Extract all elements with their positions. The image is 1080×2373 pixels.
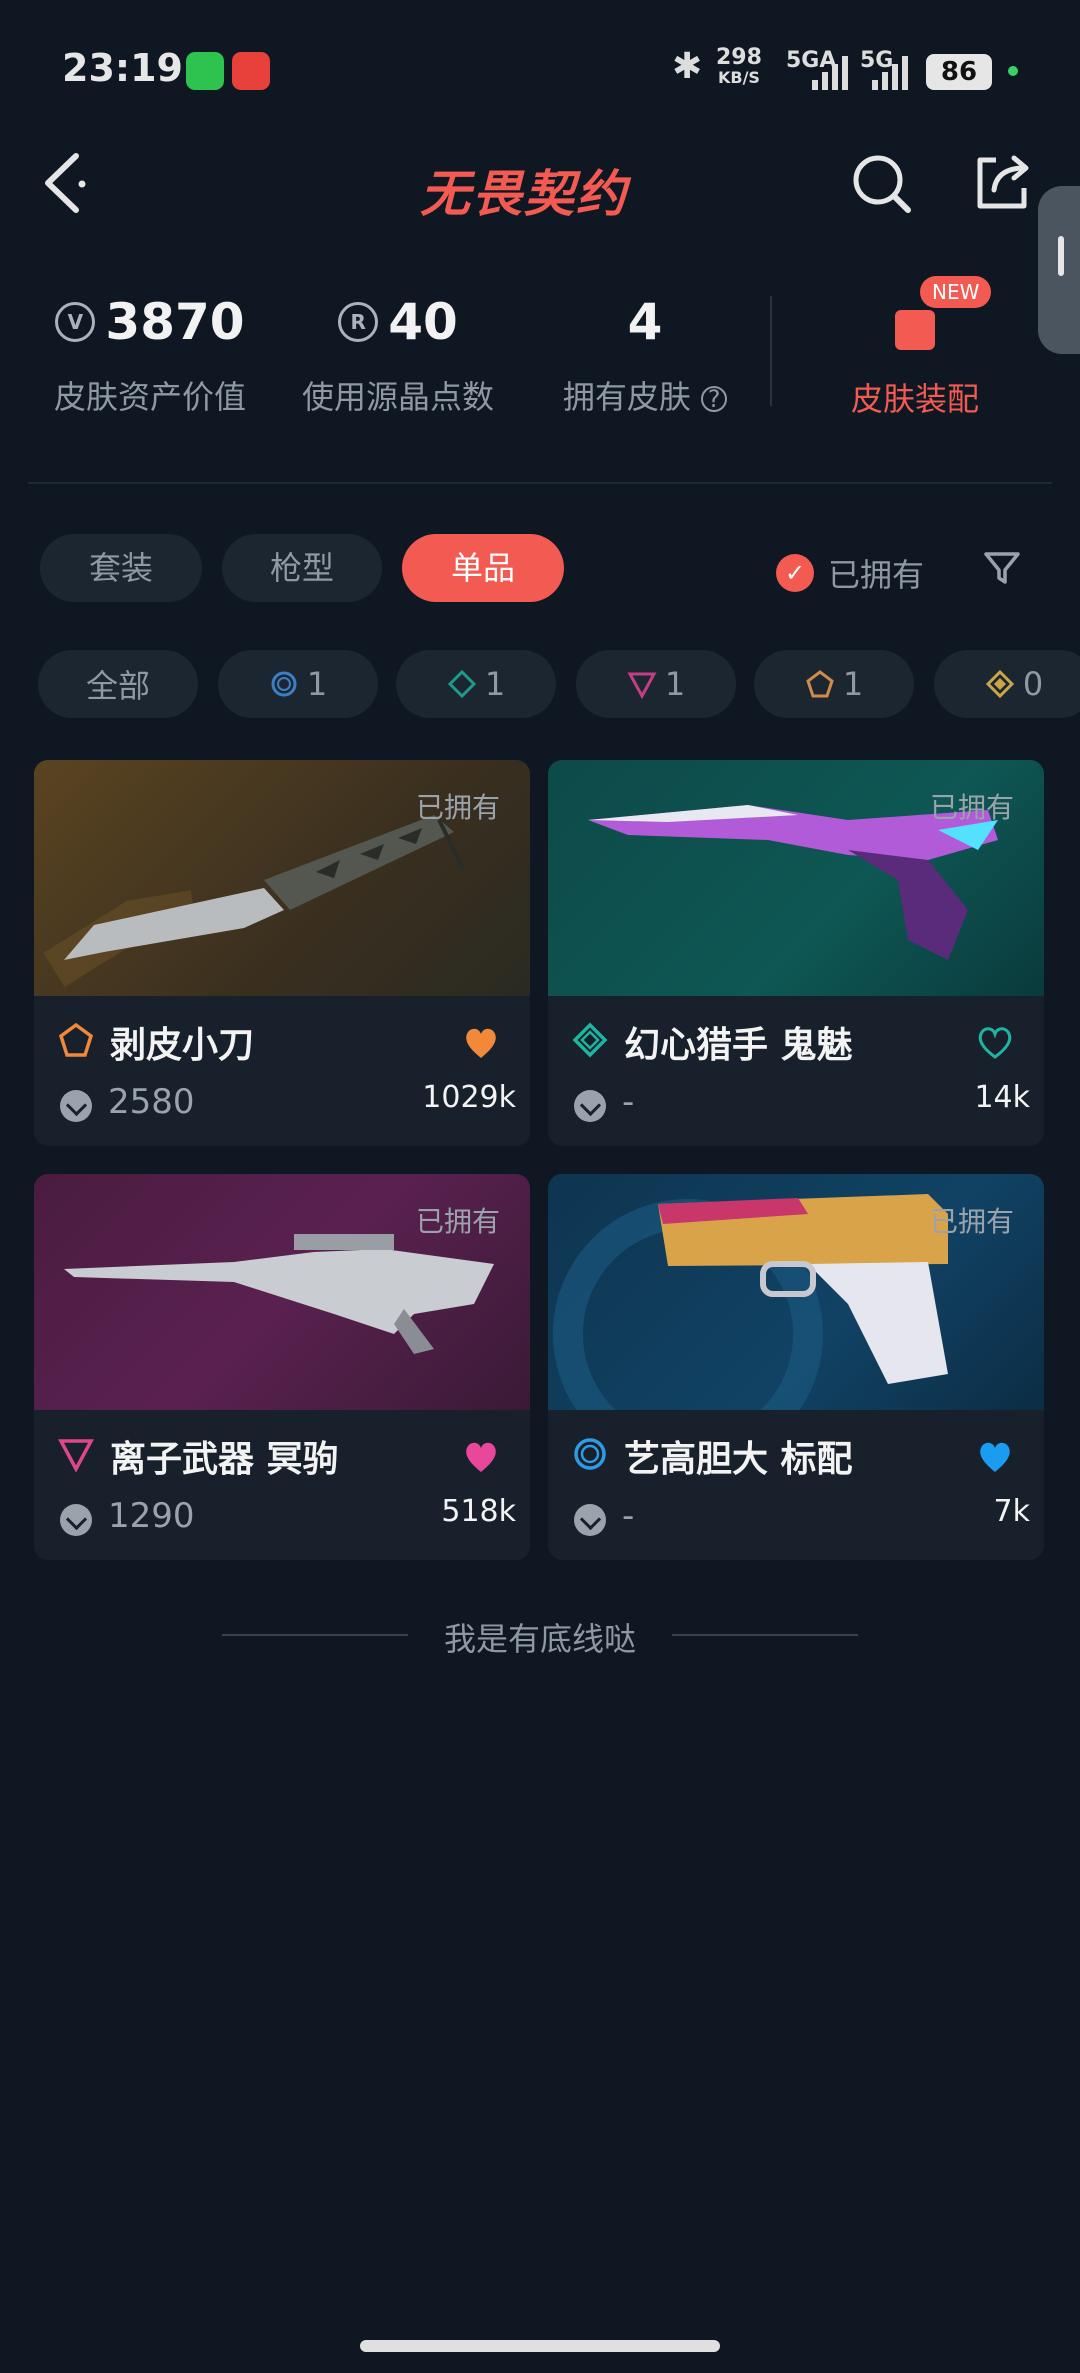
stat-owned-skins[interactable]: 4 拥有皮肤 ? <box>560 290 730 418</box>
rarity-chip-ultra[interactable]: 0 <box>934 650 1080 718</box>
owned-tag: 已拥有 <box>415 1205 500 1238</box>
net-speed: 298 KB/S <box>716 45 762 88</box>
select-tier-icon <box>271 671 297 697</box>
signal-bars-1-icon <box>812 56 848 90</box>
exclusive-tier-icon <box>806 670 834 698</box>
skin-name: 幻心猎手 鬼魅 <box>624 1025 853 1066</box>
skin-card[interactable]: 已拥有 剥皮小刀 2580 1029k <box>34 760 530 1146</box>
stat-skin-value: V 3870 皮肤资产价值 <box>50 290 250 418</box>
vp-coin-icon <box>60 1504 92 1536</box>
skin-card[interactable]: 已拥有 幻心猎手 鬼魅 - 14k <box>548 760 1044 1146</box>
stat-value: 3870 <box>105 293 245 351</box>
heart-outline-icon[interactable] <box>976 1026 1014 1060</box>
like-count: 518k <box>441 1494 516 1529</box>
help-icon[interactable]: ? <box>701 386 728 412</box>
stat-radianite: R 40 使用源晶点数 <box>298 290 498 418</box>
skin-name: 艺高胆大 标配 <box>624 1439 853 1480</box>
privacy-dot <box>1008 66 1018 76</box>
stat-value: 4 <box>627 293 663 351</box>
skin-price: - <box>622 1496 635 1536</box>
signal-bars-2-icon <box>872 56 908 90</box>
heart-icon[interactable] <box>976 1440 1014 1474</box>
bluetooth-icon: ✱ <box>672 46 703 87</box>
chip-count: 0 <box>1022 665 1044 703</box>
skin-card[interactable]: 已拥有 艺高胆大 标配 - 7k <box>548 1174 1044 1560</box>
battery-indicator: 86 <box>926 54 992 90</box>
share-icon <box>977 155 1029 209</box>
tab-weapon-type[interactable]: 枪型 <box>222 534 382 602</box>
filter-button[interactable] <box>982 548 1022 588</box>
tab-single-items[interactable]: 单品 <box>402 534 564 602</box>
exclusive-tier-icon <box>58 1022 94 1057</box>
new-badge: NEW <box>920 276 992 308</box>
heart-icon[interactable] <box>462 1026 500 1060</box>
tab-sets[interactable]: 套装 <box>40 534 202 602</box>
like-count: 7k <box>993 1494 1030 1529</box>
status-time: 23:19 <box>62 46 183 90</box>
skin-name: 剥皮小刀 <box>110 1025 255 1066</box>
like-count: 14k <box>974 1080 1030 1115</box>
vp-coin-icon: V <box>55 302 96 342</box>
rarity-chip-exclusive[interactable]: 1 <box>754 650 914 718</box>
like-count: 1029k <box>422 1080 516 1115</box>
chip-count: 1 <box>842 665 864 703</box>
chip-count: 1 <box>484 665 506 703</box>
skin-price: 2580 <box>108 1082 195 1122</box>
equip-label: 皮肤装配 <box>850 380 979 418</box>
net-speed-value: 298 <box>716 45 762 70</box>
owned-filter-label: 已拥有 <box>828 556 925 594</box>
stat-label: 使用源晶点数 <box>301 378 494 416</box>
filter-icon <box>984 552 1020 584</box>
vp-coin-icon <box>60 1090 92 1122</box>
vp-coin-icon <box>574 1090 606 1122</box>
scroll-handle[interactable] <box>1038 186 1080 354</box>
wechat-icon <box>186 52 224 90</box>
search-button[interactable] <box>850 152 914 216</box>
status-bar: 23:19 ✱ 298 KB/S 5GA 5G 86 <box>0 0 1080 140</box>
radianite-icon: R <box>338 302 379 342</box>
back-icon <box>45 153 86 213</box>
back-button[interactable] <box>40 148 104 218</box>
rarity-chip-premium[interactable]: 1 <box>576 650 736 718</box>
owned-tag: 已拥有 <box>929 1205 1014 1238</box>
owned-tag: 已拥有 <box>415 791 500 824</box>
vp-coin-icon <box>574 1504 606 1536</box>
stat-label: 皮肤资产价值 <box>53 378 246 416</box>
heart-icon[interactable] <box>462 1440 500 1474</box>
premium-tier-icon <box>58 1439 94 1472</box>
rarity-chip-all[interactable]: 全部 <box>38 650 198 718</box>
end-of-list-note: 我是有底线哒 <box>443 1620 636 1658</box>
net-speed-unit: KB/S <box>717 68 760 87</box>
search-icon <box>853 155 911 213</box>
check-icon: ✓ <box>776 554 814 592</box>
share-button[interactable] <box>970 150 1034 214</box>
deluxe-tier-icon <box>447 669 476 699</box>
equip-bag-icon <box>895 310 935 350</box>
chip-count: 1 <box>306 665 328 703</box>
rarity-chip-select[interactable]: 1 <box>218 650 378 718</box>
stat-value: 40 <box>388 293 458 351</box>
home-indicator[interactable] <box>360 2340 720 2352</box>
owned-filter-toggle[interactable]: ✓ 已拥有 <box>776 550 924 596</box>
premium-tier-icon <box>627 672 657 699</box>
owned-tag: 已拥有 <box>929 791 1014 824</box>
ultra-tier-icon <box>985 669 1014 699</box>
deluxe-tier-icon <box>572 1022 608 1058</box>
chip-label: 全部 <box>85 667 150 705</box>
app-logo: 无畏契约 <box>420 165 628 223</box>
stats-divider <box>770 296 772 406</box>
rarity-chip-deluxe[interactable]: 1 <box>396 650 556 718</box>
skin-price: 1290 <box>108 1496 195 1536</box>
skin-name: 离子武器 冥驹 <box>110 1439 339 1480</box>
select-tier-icon <box>574 1438 606 1470</box>
chip-count: 1 <box>664 665 686 703</box>
stat-label: 拥有皮肤 <box>562 378 691 416</box>
skin-card[interactable]: 已拥有 离子武器 冥驹 1290 518k <box>34 1174 530 1560</box>
skin-equip-button[interactable]: 皮肤装配 <box>840 300 990 420</box>
app-notification-icon <box>232 52 270 90</box>
section-divider <box>28 482 1052 484</box>
skin-price: - <box>622 1082 635 1122</box>
